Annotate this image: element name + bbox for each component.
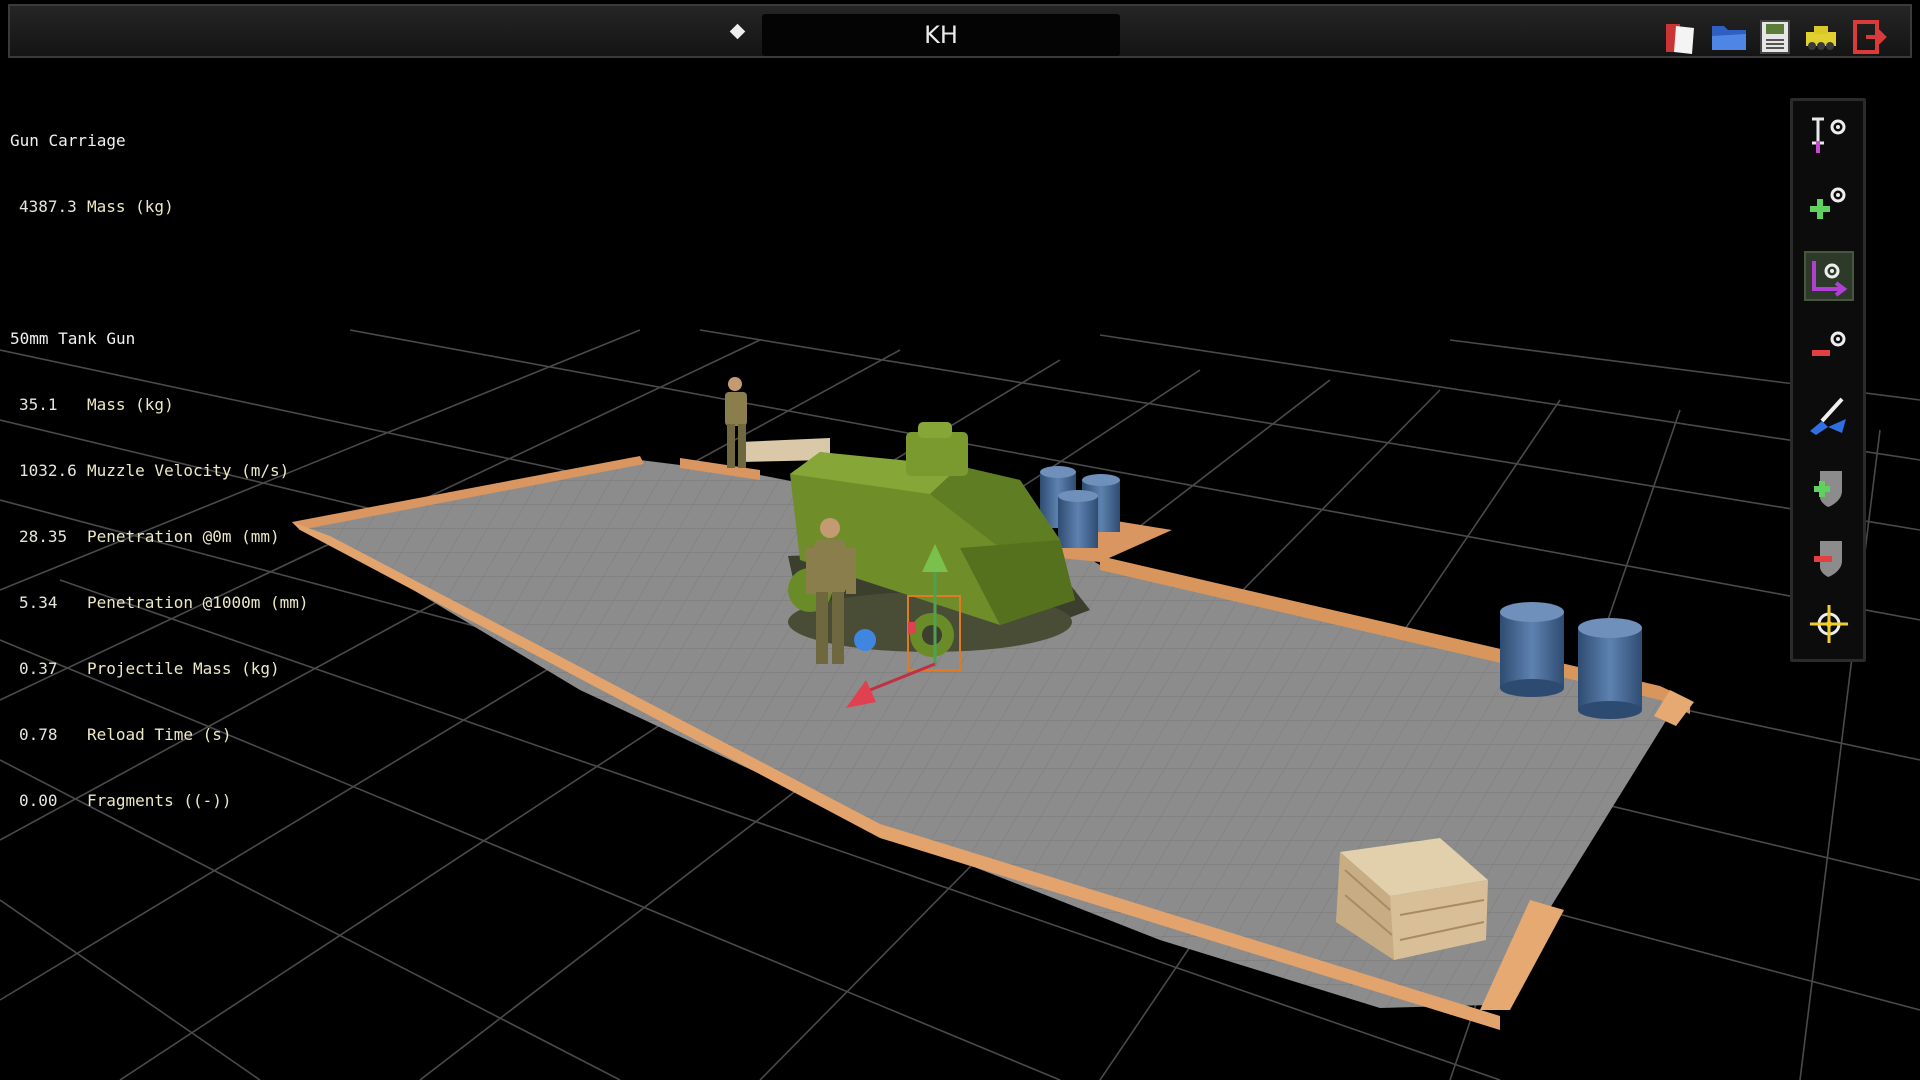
exit-icon[interactable] — [1850, 18, 1888, 56]
center-target-icon[interactable] — [1806, 601, 1852, 647]
stat-value: 0.37 — [19, 659, 58, 678]
add-part-icon[interactable] — [1806, 181, 1852, 227]
top-bar: KH — [8, 4, 1912, 58]
part-name-gun-carriage: Gun Carriage — [10, 131, 126, 150]
new-document-icon[interactable] — [1662, 18, 1700, 56]
tool-palette — [1790, 98, 1866, 662]
stat-value: 28.35 — [19, 527, 68, 546]
part-name-tank-gun: 50mm Tank Gun — [10, 329, 136, 348]
stat-value: 35.1 — [19, 395, 58, 414]
stat-label: Mass (kg) — [87, 197, 174, 216]
stat-label: Fragments ((-)) — [87, 791, 232, 810]
stat-row: 35.1 Mass (kg) — [10, 394, 309, 416]
attach-part-icon[interactable] — [1804, 251, 1854, 301]
stat-row: 0.37 Projectile Mass (kg) — [10, 658, 309, 680]
stat-value: 5.34 — [19, 593, 58, 612]
part-settings-icon[interactable] — [1806, 113, 1852, 159]
save-icon[interactable] — [1756, 18, 1794, 56]
vehicle-icon[interactable] — [1802, 18, 1840, 56]
paint-brush-icon[interactable] — [1806, 393, 1852, 439]
stat-label: Penetration @1000m (mm) — [87, 593, 309, 612]
add-armor-icon[interactable] — [1806, 463, 1852, 509]
stat-row: 0.78 Reload Time (s) — [10, 724, 309, 746]
stat-label: Penetration @0m (mm) — [87, 527, 280, 546]
stat-label: Projectile Mass (kg) — [87, 659, 280, 678]
stat-label: Reload Time (s) — [87, 725, 232, 744]
vehicle-stats-panel: Gun Carriage 4387.3 Mass (kg) 50mm Tank … — [10, 86, 309, 834]
stat-value: 4387.3 — [19, 197, 77, 216]
stat-row: 0.00 Fragments ((-)) — [10, 790, 309, 812]
open-folder-icon[interactable] — [1710, 18, 1748, 56]
stat-value: 0.00 — [19, 791, 58, 810]
stat-value: 0.78 — [19, 725, 58, 744]
stat-row: 28.35 Penetration @0m (mm) — [10, 526, 309, 548]
remove-armor-icon[interactable] — [1806, 533, 1852, 579]
remove-part-icon[interactable] — [1806, 323, 1852, 369]
stat-row: 1032.6 Muzzle Velocity (m/s) — [10, 460, 309, 482]
mode-diamond-icon[interactable] — [729, 23, 746, 40]
soldier-figure-back[interactable] — [725, 377, 747, 468]
vehicle-name-field[interactable]: KH — [762, 14, 1120, 56]
stat-value: 1032.6 — [19, 461, 77, 480]
stat-label: Muzzle Velocity (m/s) — [87, 461, 290, 480]
stat-row: 5.34 Penetration @1000m (mm) — [10, 592, 309, 614]
stat-row: 4387.3 Mass (kg) — [10, 196, 309, 218]
stat-label: Mass (kg) — [87, 395, 174, 414]
